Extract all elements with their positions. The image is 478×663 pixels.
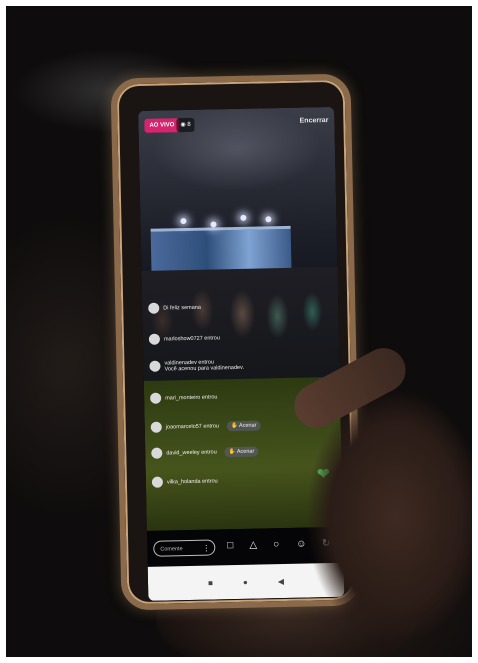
end-live-button[interactable]: Encerrar: [300, 117, 329, 125]
avatar[interactable]: [148, 302, 160, 314]
live-badge: AO VIVO: [144, 118, 180, 133]
comment-row: mari_monteiro entrou: [150, 391, 218, 404]
comment-user: david_weeley entrou: [166, 448, 217, 456]
eye-icon: ◉: [180, 122, 186, 129]
comment-user: mari_monteiro entrou: [165, 393, 218, 401]
stage-light: [265, 216, 272, 223]
avatar[interactable]: [151, 447, 163, 459]
wave-button-label: Acenar: [236, 448, 255, 455]
more-options-icon[interactable]: ⋮: [202, 541, 210, 557]
viewer-count: ◉ 8: [176, 117, 195, 133]
comment-placeholder: Comente: [160, 546, 183, 553]
avatar[interactable]: [150, 392, 162, 404]
comment-row: Di feliz semana: [148, 302, 201, 314]
stage-light: [180, 218, 187, 225]
comment-row: marloshow0727 entrou: [148, 332, 220, 345]
recents-icon[interactable]: ■: [208, 578, 213, 587]
comment-row: valdinenadev entrou Você acenou para val…: [149, 359, 244, 373]
comment-user: marloshow0727 entrou: [163, 334, 220, 343]
comment-row: vilka_holanda entrou: [151, 475, 218, 488]
avatar[interactable]: [150, 421, 162, 433]
photo-background: AO VIVO ◉ 8 Encerrar Di feliz semana mar…: [6, 6, 472, 657]
avatar[interactable]: [148, 333, 161, 345]
stage-light: [210, 221, 217, 228]
comment-user: vilka_holanda entrou: [166, 477, 218, 485]
viewer-count-value: 8: [187, 121, 191, 128]
question-icon[interactable]: □: [223, 539, 237, 553]
wave-button-label: Acenar: [238, 422, 257, 429]
avatar[interactable]: [151, 476, 164, 488]
comment-input[interactable]: Comente ⋮: [153, 539, 216, 557]
avatar[interactable]: [149, 360, 161, 372]
send-icon[interactable]: △: [246, 539, 260, 553]
wave-button[interactable]: ✋ Acenar: [224, 446, 259, 457]
stage-light: [240, 214, 247, 221]
home-icon[interactable]: ●: [243, 577, 248, 586]
comment-row: david_weeley entrou ✋ Acenar: [151, 446, 259, 459]
wave-button[interactable]: ✋ Acenar: [226, 420, 261, 431]
comment-user: joaomarcelo57 entrou: [165, 422, 220, 430]
comment-text: Di feliz semana: [163, 304, 201, 312]
comment-row: joaomarcelo57 entrou ✋ Acenar: [150, 420, 261, 433]
